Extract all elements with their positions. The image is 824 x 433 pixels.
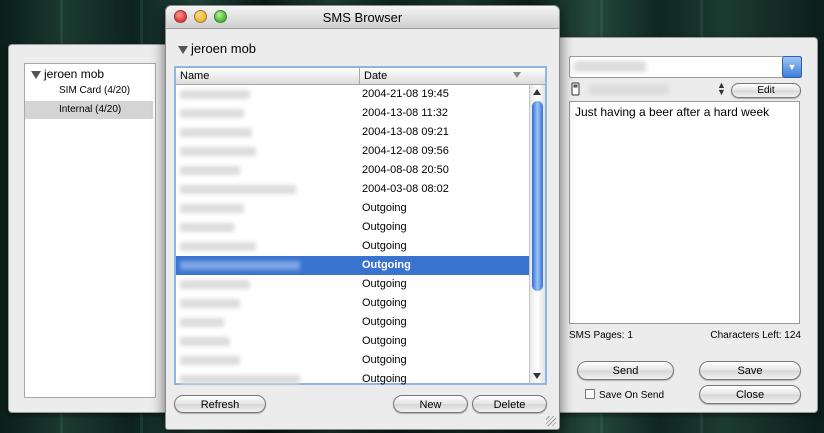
window-title: SMS Browser (322, 10, 403, 25)
checkbox-box[interactable] (585, 389, 595, 399)
tree-root-phone[interactable]: jeroen mob (31, 67, 104, 81)
stepper-icon[interactable]: ▲ ▼ (717, 81, 726, 97)
message-drawer: ▼ ▲ ▼ Edit Just having a beer after a har… (548, 37, 818, 413)
grow-box-icon[interactable] (546, 416, 556, 426)
edit-button[interactable]: Edit (731, 83, 801, 98)
column-header-name[interactable]: Name (176, 68, 359, 84)
table-row[interactable]: Outgoing (176, 351, 530, 370)
date-cell: 2004-12-08 09:56 (362, 145, 449, 157)
table-row[interactable]: 2004-13-08 11:32 (176, 104, 530, 123)
date-cell: Outgoing (362, 373, 407, 385)
table-row[interactable]: 2004-03-08 08:02 (176, 180, 530, 199)
folder-tree: jeroen mob SIM Card (4/20) Internal (4/2… (24, 63, 156, 398)
date-cell: Outgoing (362, 221, 407, 233)
delete-button[interactable]: Delete (472, 395, 547, 413)
sender-name-redacted (180, 128, 252, 137)
date-cell: Outgoing (362, 240, 407, 252)
date-cell: Outgoing (362, 202, 407, 214)
sender-name-redacted (180, 90, 250, 99)
table-row[interactable]: Outgoing (176, 294, 530, 313)
disclosure-triangle-icon[interactable] (31, 71, 41, 79)
tree-root-label: jeroen mob (44, 67, 105, 81)
table-row[interactable]: Outgoing (176, 313, 530, 332)
sms-browser-window: SMS Browser jeroen mob Name Date 2004-21… (165, 5, 560, 430)
table-row[interactable]: 2004-21-08 19:45 (176, 85, 530, 104)
table-row[interactable]: Outgoing (176, 370, 530, 389)
sender-name-redacted (180, 356, 240, 365)
sender-name-redacted (180, 280, 250, 289)
table-row[interactable]: Outgoing (176, 218, 530, 237)
sender-name-redacted (180, 242, 256, 251)
scrollbar-thumb[interactable] (532, 101, 543, 291)
save-on-send-checkbox[interactable]: Save On Send (585, 389, 664, 401)
disclosure-triangle-icon[interactable] (178, 46, 188, 54)
sms-pages-label: SMS Pages: 1 (569, 330, 633, 341)
date-cell: Outgoing (362, 297, 407, 309)
sender-name-redacted (180, 299, 240, 308)
sender-name-redacted (180, 147, 256, 156)
window-titlebar[interactable]: SMS Browser (166, 6, 559, 29)
date-cell: Outgoing (362, 354, 407, 366)
group-label: jeroen mob (191, 41, 257, 56)
sender-name-redacted (180, 204, 244, 213)
phone-icon (571, 82, 580, 96)
table-row[interactable]: Outgoing (176, 237, 530, 256)
save-on-send-label: Save On Send (599, 390, 665, 401)
table-row[interactable]: Outgoing (176, 332, 530, 351)
table-row[interactable]: Outgoing (176, 199, 530, 218)
sender-name-redacted (180, 337, 230, 346)
sender-name-redacted (180, 375, 300, 384)
contact-combo-box[interactable]: ▼ (569, 56, 802, 78)
save-button[interactable]: Save (699, 361, 801, 380)
vertical-scrollbar[interactable] (529, 85, 545, 383)
group-header[interactable]: jeroen mob (178, 41, 256, 56)
date-cell: Outgoing (362, 335, 407, 347)
date-cell: Outgoing (362, 316, 407, 328)
folder-drawer: jeroen mob SIM Card (4/20) Internal (4/2… (8, 44, 172, 413)
date-cell: Outgoing (362, 259, 411, 271)
table-rows: 2004-21-08 19:45 2004-13-08 11:32 2004-13-… (176, 85, 530, 389)
date-cell: 2004-21-08 19:45 (362, 88, 449, 100)
date-cell: Outgoing (362, 278, 407, 290)
sort-arrow-icon[interactable] (513, 72, 521, 78)
sender-name-redacted (180, 166, 240, 175)
message-table[interactable]: Name Date 2004-21-08 19:45 2004-13-08 11:… (174, 66, 547, 385)
table-row[interactable]: Outgoing (176, 275, 530, 294)
close-button[interactable]: Close (699, 385, 801, 404)
characters-left-label: Characters Left: 124 (710, 330, 801, 341)
date-cell: 2004-13-08 09:21 (362, 126, 449, 138)
table-row[interactable]: Outgoing (176, 256, 530, 275)
sender-name-redacted (180, 261, 300, 270)
contact-name-redacted (574, 61, 646, 72)
message-text-area[interactable]: Just having a beer after a hard week (569, 101, 800, 324)
new-button[interactable]: New (393, 395, 468, 413)
phone-number-redacted (589, 84, 669, 95)
refresh-button[interactable]: Refresh (174, 395, 266, 413)
table-row[interactable]: 2004-12-08 09:56 (176, 142, 530, 161)
table-header: Name Date (176, 68, 545, 85)
send-button[interactable]: Send (577, 361, 674, 380)
table-row[interactable]: 2004-08-08 20:50 (176, 161, 530, 180)
scroll-up-icon[interactable] (533, 89, 541, 95)
sender-name-redacted (180, 185, 296, 194)
tree-item-sim-card[interactable]: SIM Card (4/20) (25, 82, 153, 100)
sender-name-redacted (180, 223, 234, 232)
combo-arrow-icon[interactable]: ▼ (782, 56, 802, 78)
sender-name-redacted (180, 109, 244, 118)
date-cell: 2004-08-08 20:50 (362, 164, 449, 176)
date-cell: 2004-13-08 11:32 (362, 107, 449, 119)
tree-item-internal[interactable]: Internal (4/20) (25, 101, 153, 119)
table-row[interactable]: 2004-13-08 09:21 (176, 123, 530, 142)
scroll-down-icon[interactable] (533, 373, 541, 379)
sender-name-redacted (180, 318, 224, 327)
date-cell: 2004-03-08 08:02 (362, 183, 449, 195)
